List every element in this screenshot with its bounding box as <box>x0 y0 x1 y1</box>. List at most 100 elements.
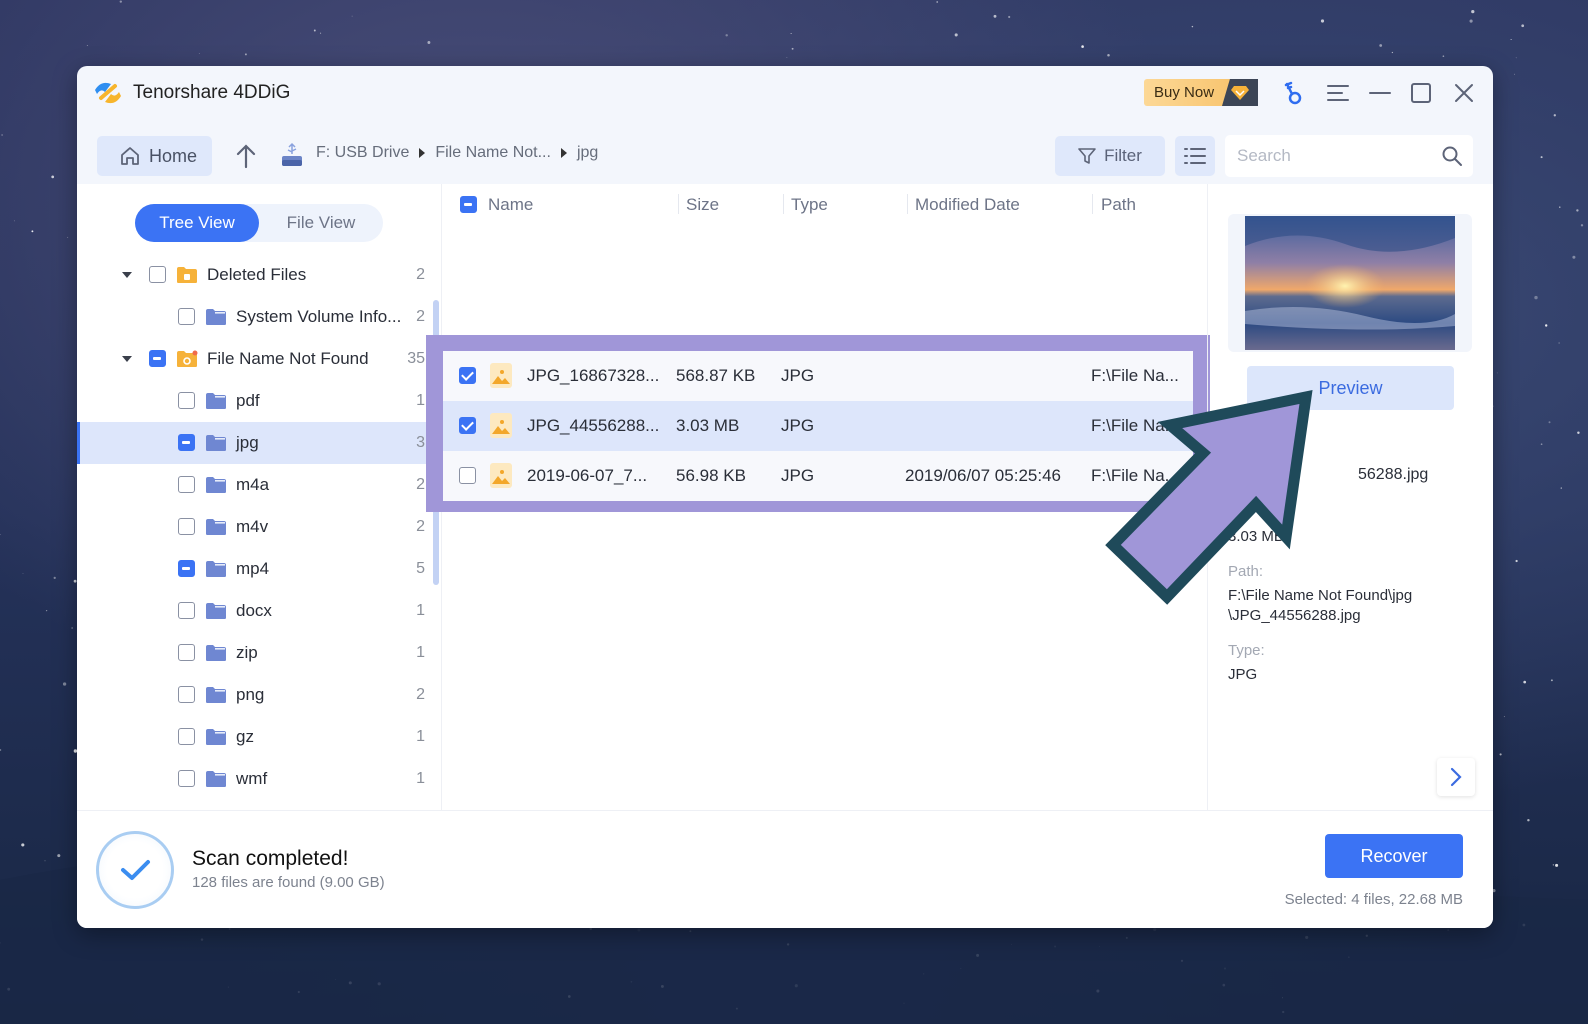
file-checkbox[interactable] <box>459 367 476 384</box>
checkmark-icon <box>121 860 150 880</box>
tree-item-label: wmf <box>236 769 268 788</box>
tab-tree-view[interactable]: Tree View <box>135 204 259 242</box>
tree-checkbox[interactable] <box>178 518 195 535</box>
tree-item-m4a[interactable]: m4a 2 <box>77 464 427 506</box>
key-icon[interactable] <box>1280 80 1306 106</box>
tree-item-docx[interactable]: docx 1 <box>77 590 427 632</box>
list-view-button[interactable] <box>1175 136 1215 176</box>
file-size: 3.03 MB <box>676 416 740 435</box>
column-type[interactable]: Type <box>791 195 828 215</box>
tree-checkbox[interactable] <box>149 350 166 367</box>
breadcrumb-drive[interactable]: F: USB Drive <box>316 144 409 162</box>
file-modified: 2019/06/07 05:25:46 <box>905 466 1061 485</box>
expand-caret-icon[interactable] <box>122 272 132 278</box>
file-table-header: Name Size Type Modified Date Path <box>442 184 1207 224</box>
search-box <box>1225 135 1473 177</box>
tree-checkbox[interactable] <box>178 686 195 703</box>
file-size: 56.98 KB <box>676 466 746 485</box>
tree-checkbox[interactable] <box>178 644 195 661</box>
tree-item-m4v[interactable]: m4v 2 <box>77 506 427 548</box>
search-input[interactable] <box>1225 135 1425 177</box>
buy-now-label: Buy Now <box>1144 79 1236 106</box>
tree-item-gz[interactable]: gz 1 <box>77 716 427 758</box>
tree-item-jpg[interactable]: jpg 3 <box>77 422 427 464</box>
breadcrumb: F: USB Drive File Name Not... jpg <box>316 144 598 162</box>
tree-checkbox[interactable] <box>178 602 195 619</box>
tree-item-count: 2 <box>416 686 425 703</box>
tab-file-view[interactable]: File View <box>259 204 383 242</box>
column-size[interactable]: Size <box>686 195 719 215</box>
file-type: JPG <box>781 366 815 385</box>
select-all-checkbox[interactable] <box>460 196 477 213</box>
tree-checkbox[interactable] <box>178 434 195 451</box>
breadcrumb-current[interactable]: jpg <box>577 144 598 162</box>
file-checkbox[interactable] <box>459 417 476 434</box>
search-icon[interactable] <box>1441 145 1463 167</box>
tree-checkbox[interactable] <box>178 728 195 745</box>
title-bar: Tenorshare 4DDiG Buy Now <box>77 66 1493 122</box>
breadcrumb-separator-icon <box>560 148 567 158</box>
tree-item-system-volume-info[interactable]: System Volume Info... 2 <box>77 296 427 338</box>
thumbnail-image <box>1245 216 1455 350</box>
thumbnail-frame <box>1228 214 1472 352</box>
expand-caret-icon[interactable] <box>122 356 132 362</box>
filter-button[interactable]: Filter <box>1055 136 1165 176</box>
detail-path-line2: \JPG_44556288.jpg <box>1228 607 1361 624</box>
up-arrow-icon[interactable] <box>235 143 257 169</box>
close-icon[interactable] <box>1451 80 1477 106</box>
detail-path-label: Path: <box>1228 563 1264 580</box>
app-logo-icon <box>95 82 121 104</box>
tree-checkbox[interactable] <box>178 392 195 409</box>
details-pane: Preview 56288.jpg 3.03 MB Path: F:\File … <box>1207 184 1493 810</box>
tree-item-count: 1 <box>416 602 425 619</box>
tree-item-file-name-not-found[interactable]: File Name Not Found 35 <box>77 338 427 380</box>
file-row[interactable]: 2019-06-07_7... 56.98 KB JPG 2019/06/07 05:… <box>443 451 1193 501</box>
next-button[interactable] <box>1437 758 1475 796</box>
tree-item-deleted-files[interactable]: Deleted Files 2 <box>77 254 427 296</box>
tree-item-zip[interactable]: zip 1 <box>77 632 427 674</box>
tree-item-mp4[interactable]: mp4 5 <box>77 548 427 590</box>
breadcrumb-separator-icon <box>419 148 426 158</box>
status-footer: Scan completed! 128 files are found (9.0… <box>77 810 1493 928</box>
column-modified-date[interactable]: Modified Date <box>915 195 1020 215</box>
tree-item-png[interactable]: png 2 <box>77 674 427 716</box>
tree-item-count: 2 <box>416 308 425 325</box>
column-divider <box>1092 194 1093 214</box>
file-name: 2019-06-07_7... <box>527 466 648 485</box>
folder-tree-pane: Tree View File View Deleted Files 2 System… <box>77 184 440 810</box>
menu-icon[interactable] <box>1325 80 1351 106</box>
tree-checkbox[interactable] <box>178 476 195 493</box>
tree-item-label: m4a <box>236 475 270 494</box>
column-path[interactable]: Path <box>1101 195 1136 215</box>
tree-item-count: 1 <box>416 770 425 787</box>
tree-item-label: System Volume Info... <box>236 307 402 326</box>
tree-item-wmf[interactable]: wmf 1 <box>77 758 427 800</box>
tree-item-label: png <box>236 685 265 704</box>
file-row[interactable]: JPG_44556288... 3.03 MB JPG F:\File Na... <box>443 401 1193 451</box>
maximize-icon[interactable] <box>1408 80 1434 106</box>
file-row[interactable]: JPG_16867328... 568.87 KB JPG F:\File Na... <box>443 351 1193 401</box>
tree-item-pdf[interactable]: pdf 1 <box>77 380 427 422</box>
preview-button[interactable]: Preview <box>1247 366 1454 410</box>
image-file-icon <box>490 413 512 438</box>
folder-icon <box>205 518 227 536</box>
tree-checkbox[interactable] <box>178 560 195 577</box>
buy-now-button[interactable]: Buy Now <box>1144 79 1266 106</box>
folder-icon <box>205 686 227 704</box>
breadcrumb-folder[interactable]: File Name Not... <box>435 144 551 162</box>
home-button[interactable]: Home <box>97 136 212 176</box>
column-name[interactable]: Name <box>488 195 533 215</box>
tree-item-label: mp4 <box>236 559 270 578</box>
minimize-icon[interactable] <box>1367 80 1393 106</box>
folder-tree: Deleted Files 2 System Volume Info... 2 File… <box>77 254 427 800</box>
app-title: Tenorshare 4DDiG <box>133 82 291 103</box>
file-checkbox[interactable] <box>459 467 476 484</box>
recover-button[interactable]: Recover <box>1325 834 1463 878</box>
tree-checkbox[interactable] <box>149 266 166 283</box>
tree-item-count: 1 <box>416 728 425 745</box>
trash-folder-icon <box>176 266 198 284</box>
tree-checkbox[interactable] <box>178 308 195 325</box>
tree-checkbox[interactable] <box>178 770 195 787</box>
image-file-icon <box>490 463 512 488</box>
file-type: JPG <box>781 416 815 435</box>
